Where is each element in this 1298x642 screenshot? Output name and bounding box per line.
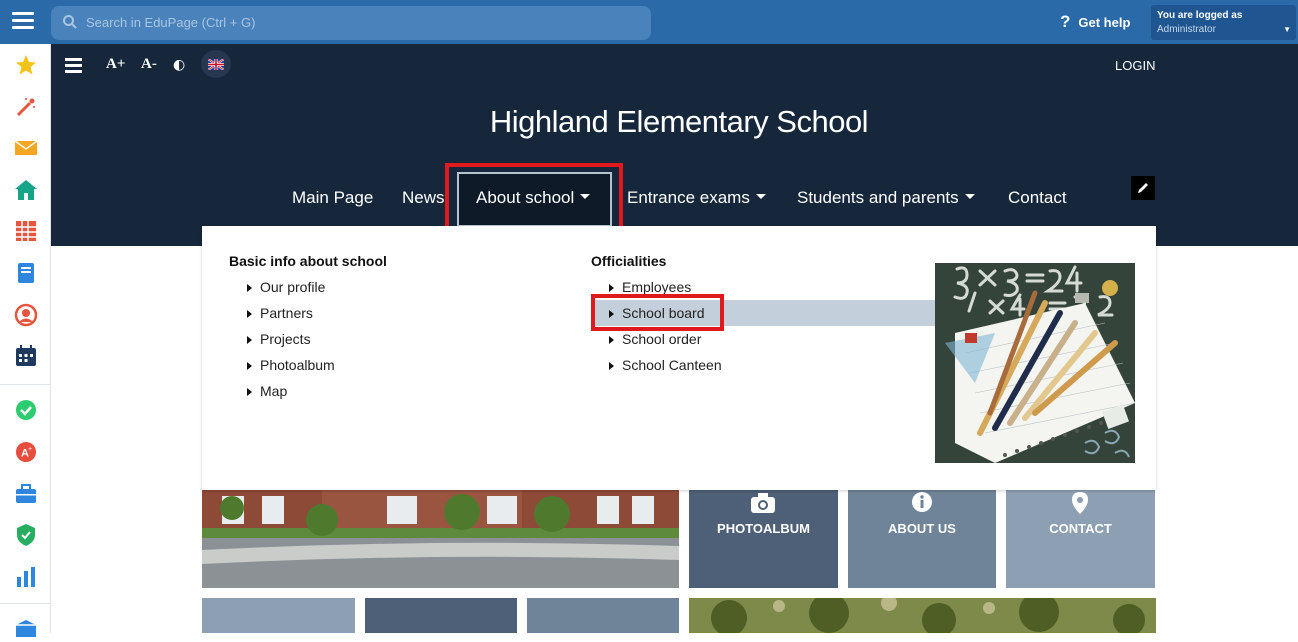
dropdown-heading-officialities[interactable]: Officialities — [591, 253, 666, 269]
dropdown-heading-basic-info[interactable]: Basic info about school — [229, 253, 387, 269]
nav-about-school[interactable]: About school — [476, 188, 591, 208]
nav-news[interactable]: News — [402, 188, 445, 208]
dropdown-item-label: Our profile — [260, 279, 326, 295]
caret-right-icon — [609, 284, 614, 292]
language-flag-icon[interactable] — [201, 50, 231, 78]
caret-right-icon — [247, 284, 252, 292]
nav-contact[interactable]: Contact — [1008, 188, 1067, 208]
content-tile[interactable] — [202, 598, 355, 633]
sidebar-divider — [0, 603, 51, 604]
nav-entrance-exams[interactable]: Entrance exams — [627, 188, 766, 208]
school-board-highlight — [591, 294, 724, 331]
photoalbum-tile[interactable]: PHOTOALBUM — [689, 490, 838, 588]
dropdown-item-label: Projects — [260, 331, 311, 347]
get-help-label: Get help — [1078, 14, 1131, 30]
get-help-button[interactable]: ? Get help — [1060, 12, 1130, 32]
dropdown-item-label: Employees — [622, 279, 692, 295]
check-circle-icon[interactable] — [13, 397, 39, 423]
edit-pencil-icon[interactable] — [1131, 176, 1155, 200]
map-pin-icon — [1072, 492, 1088, 514]
dropdown-item-label: Map — [260, 383, 288, 399]
dropdown-item-employees[interactable]: Employees — [609, 279, 691, 295]
login-link[interactable]: LOGIN — [1115, 58, 1155, 73]
caret-right-icon — [609, 362, 614, 370]
about-us-tile[interactable]: ABOUT US — [848, 490, 996, 588]
main-navigation: Main Page News About school Entrance exa… — [0, 188, 1298, 212]
svg-text:+: + — [28, 446, 32, 453]
info-icon — [912, 492, 932, 512]
main-menu-icon[interactable] — [12, 12, 34, 32]
dropdown-item-school-canteen[interactable]: School Canteen — [609, 357, 722, 373]
shield-check-icon[interactable] — [13, 522, 39, 548]
top-bar: Search in EduPage (Ctrl + G) ? Get help … — [0, 0, 1298, 44]
font-increase-button[interactable]: A+ — [106, 56, 125, 73]
calendar-icon[interactable] — [13, 343, 39, 369]
dropdown-image — [935, 263, 1135, 463]
caret-right-icon — [247, 310, 252, 318]
caret-down-icon — [580, 194, 591, 200]
grade-icon[interactable]: A + — [13, 439, 39, 465]
nav-main-page[interactable]: Main Page — [292, 188, 373, 208]
content-tile[interactable] — [527, 598, 679, 633]
search-placeholder: Search in EduPage (Ctrl + G) — [86, 15, 256, 30]
contrast-icon[interactable]: ◐ — [173, 57, 185, 73]
photoalbum-tile-label: PHOTOALBUM — [717, 521, 810, 536]
dropdown-item-partners[interactable]: Partners — [247, 305, 313, 321]
box-icon[interactable] — [13, 616, 39, 642]
logged-as-label: You are logged as — [1157, 10, 1243, 21]
question-icon: ? — [1060, 12, 1071, 31]
dropdown-item-map[interactable]: Map — [247, 383, 287, 399]
site-menu-icon[interactable] — [65, 58, 82, 76]
caret-down-icon — [964, 194, 975, 200]
chevron-down-icon: ▼ — [1283, 25, 1291, 34]
star-icon[interactable] — [13, 52, 39, 78]
user-account-dropdown[interactable]: You are logged as Administrator ▼ — [1151, 5, 1296, 40]
dropdown-item-school-order[interactable]: School order — [609, 331, 701, 347]
nav-about-school-label: About school — [476, 188, 575, 207]
bar-chart-icon[interactable] — [13, 564, 39, 590]
dropdown-item-projects[interactable]: Projects — [247, 331, 311, 347]
dropdown-item-label: School Canteen — [622, 357, 722, 373]
user-circle-icon[interactable] — [13, 302, 39, 328]
camera-icon — [751, 493, 775, 513]
content-tile[interactable] — [365, 598, 517, 633]
sidebar-divider — [0, 384, 51, 385]
dropdown-item-label: Partners — [260, 305, 313, 321]
dropdown-item-label: Photoalbum — [260, 357, 335, 373]
search-icon — [63, 15, 77, 29]
dropdown-item-label: School order — [622, 331, 702, 347]
notebook-icon[interactable] — [13, 260, 39, 286]
timetable-icon[interactable] — [13, 218, 39, 244]
contact-tile[interactable]: CONTACT — [1006, 490, 1155, 588]
nav-students-parents[interactable]: Students and parents — [797, 188, 975, 208]
dropdown-item-photoalbum[interactable]: Photoalbum — [247, 357, 335, 373]
caret-right-icon — [247, 362, 252, 370]
school-title: Highland Elementary School — [489, 104, 869, 139]
search-input[interactable]: Search in EduPage (Ctrl + G) — [51, 6, 651, 40]
site-header — [51, 44, 1298, 246]
contact-tile-label: CONTACT — [1049, 521, 1112, 536]
caret-right-icon — [609, 336, 614, 344]
briefcase-icon[interactable] — [13, 481, 39, 507]
about-us-tile-label: ABOUT US — [888, 521, 956, 536]
dropdown-item-our-profile[interactable]: Our profile — [247, 279, 325, 295]
caret-right-icon — [247, 336, 252, 344]
font-decrease-button[interactable]: A- — [141, 56, 157, 73]
nav-students-parents-label: Students and parents — [797, 188, 959, 207]
caret-down-icon — [755, 194, 766, 200]
campus-photo — [202, 490, 679, 588]
user-role: Administrator — [1157, 24, 1216, 35]
nav-entrance-exams-label: Entrance exams — [627, 188, 750, 207]
caret-right-icon — [247, 388, 252, 396]
nature-photo — [689, 598, 1156, 633]
